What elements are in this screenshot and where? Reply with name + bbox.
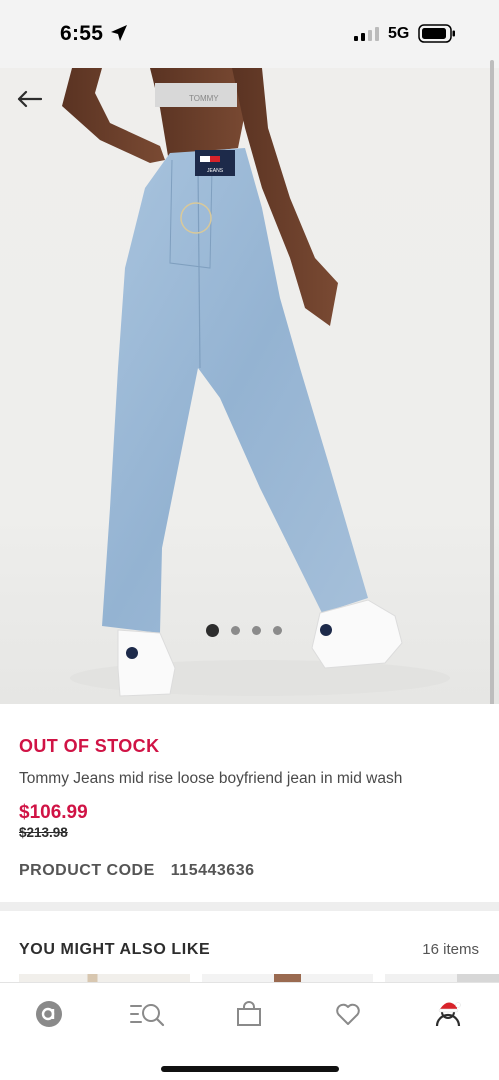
status-time: 6:55 bbox=[60, 22, 104, 45]
network-label: 5G bbox=[388, 25, 410, 42]
product-photo: TOMMY JEANS bbox=[62, 68, 450, 697]
product-code-row: PRODUCT CODE 115443636 bbox=[19, 862, 254, 880]
status-bar: 6:55 5G bbox=[0, 0, 499, 68]
battery-icon bbox=[418, 24, 455, 43]
product-info: OUT OF STOCK Tommy Jeans mid rise loose … bbox=[0, 704, 499, 902]
product-image-carousel[interactable]: TOMMY JEANS bbox=[0, 68, 499, 704]
back-button[interactable] bbox=[12, 84, 46, 114]
recommendations-section: YOU MIGHT ALSO LIKE 16 items bbox=[0, 911, 499, 987]
tab-saved[interactable] bbox=[328, 997, 368, 1031]
back-arrow-icon bbox=[17, 90, 42, 108]
tab-search[interactable] bbox=[128, 997, 168, 1031]
signal-icon bbox=[354, 27, 379, 41]
patch-text: JEANS bbox=[207, 168, 224, 174]
recommendations-count[interactable]: 16 items bbox=[422, 941, 479, 958]
stock-status: OUT OF STOCK bbox=[19, 736, 160, 756]
product-name: Tommy Jeans mid rise loose boyfriend jea… bbox=[19, 770, 403, 787]
account-icon bbox=[435, 1002, 461, 1027]
section-divider bbox=[0, 902, 499, 911]
current-price: $106.99 bbox=[19, 802, 88, 823]
tab-account[interactable] bbox=[428, 997, 468, 1031]
product-code-value: 115443636 bbox=[170, 862, 255, 879]
original-price: $213.98 bbox=[19, 825, 68, 840]
heart-icon bbox=[336, 1003, 360, 1025]
pagination-dot[interactable] bbox=[231, 626, 240, 635]
scrollbar[interactable] bbox=[490, 60, 494, 740]
search-icon bbox=[130, 1004, 165, 1027]
recommendations-title: YOU MIGHT ALSO LIKE bbox=[19, 941, 211, 958]
waistband-text: TOMMY bbox=[189, 94, 219, 103]
home-indicator bbox=[161, 1066, 339, 1072]
location-arrow-icon bbox=[111, 25, 127, 41]
pagination-dot[interactable] bbox=[273, 626, 282, 635]
asos-logo-icon bbox=[36, 1001, 62, 1027]
product-code-label: PRODUCT CODE bbox=[19, 862, 155, 879]
tab-bag[interactable] bbox=[229, 997, 269, 1031]
carousel-pagination bbox=[206, 624, 282, 637]
pagination-dot[interactable] bbox=[252, 626, 261, 635]
bag-icon bbox=[237, 1001, 261, 1026]
tab-home[interactable] bbox=[29, 997, 69, 1031]
pagination-dot-active[interactable] bbox=[206, 624, 219, 637]
